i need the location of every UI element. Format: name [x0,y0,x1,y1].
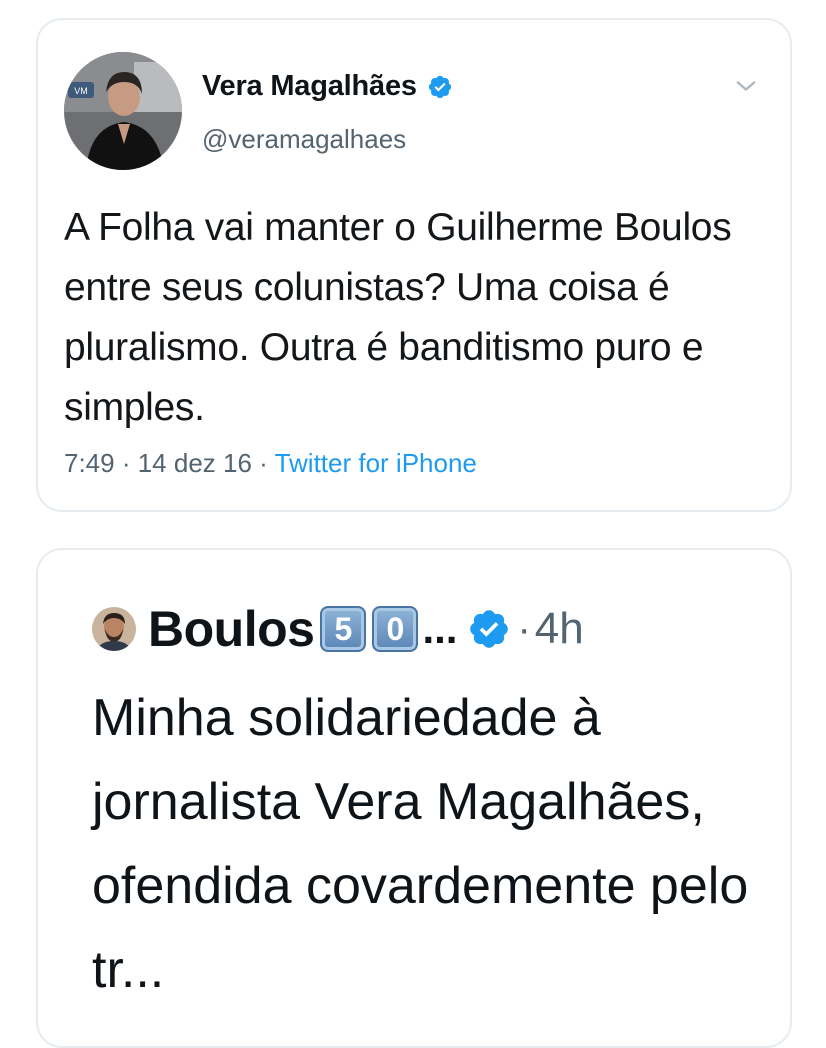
tweet-time[interactable]: 7:49 [64,448,115,478]
tweet-source-link[interactable]: Twitter for iPhone [275,448,477,478]
meta-separator: · [517,606,531,651]
tweet-meta: 7:49 · 14 dez 16 · Twitter for iPhone [64,448,477,479]
meta-separator: · [251,448,275,478]
display-name[interactable]: Boulos [148,600,315,658]
avatar-logo-text: VM [74,86,88,96]
avatar[interactable] [92,607,136,651]
tweet-time[interactable]: 4h [535,604,584,654]
tweet-date[interactable]: 14 dez 16 [138,448,252,478]
chevron-down-icon[interactable] [732,72,760,100]
tweet-card-boulos[interactable]: Boulos 5 0 ... · 4h Minha solidariedade … [36,548,792,1048]
verified-badge-icon [470,610,509,648]
keycap-digit-badge: 0 [372,606,419,652]
handle[interactable]: @veramagalhaes [202,124,406,155]
tweet-text: Minha solidariedade à jornalista Vera Ma… [92,689,749,999]
name-truncation-ellipsis: ... [422,605,458,652]
avatar[interactable]: VM [64,52,182,170]
verified-badge-icon [428,75,451,98]
tweet-header: Boulos 5 0 ... · 4h [92,600,584,658]
tweet-card-vera[interactable]: VM Vera Magalhães @veramagalhaes A Folha… [36,18,792,512]
display-name[interactable]: Vera Magalhães [202,70,417,103]
keycap-digit-badge: 5 [320,606,367,652]
avatar-photo [92,607,136,651]
tweet-text: A Folha vai manter o Guilherme Boulos en… [64,206,732,429]
avatar-photo: VM [64,52,182,170]
meta-separator: · [114,448,138,478]
